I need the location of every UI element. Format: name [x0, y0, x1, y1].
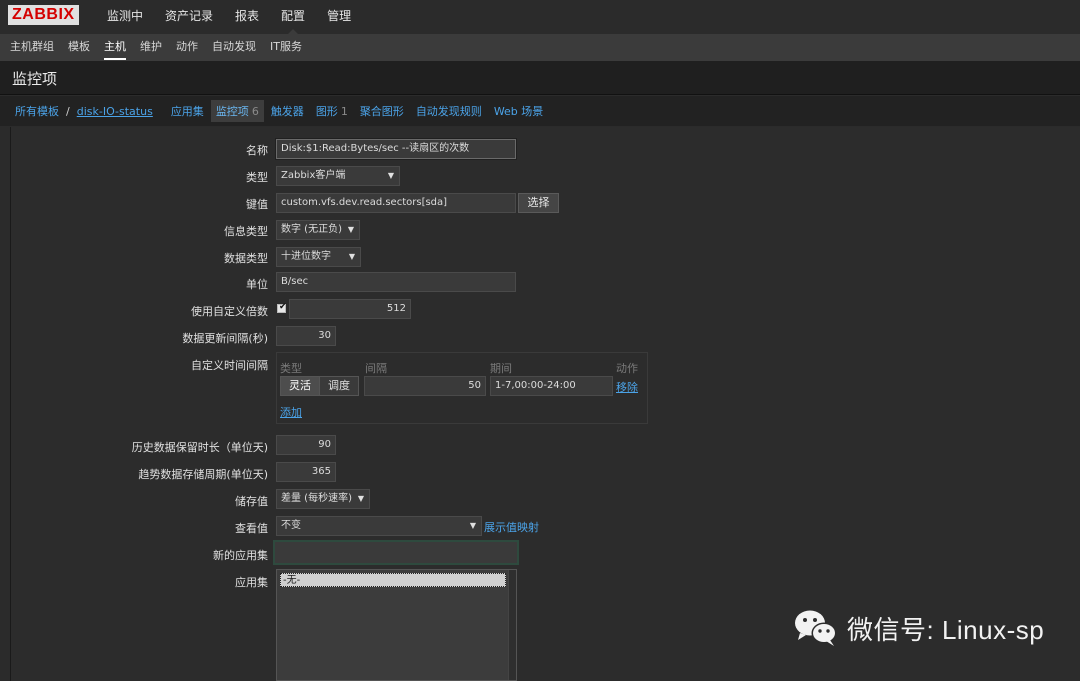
menu-administration[interactable]: 管理 — [316, 0, 362, 34]
applications-option-none[interactable]: -无- — [280, 573, 506, 587]
ci-period-input[interactable]: 1-7,00:00-24:00 — [490, 376, 613, 396]
applications-listbox[interactable]: -无- — [276, 569, 517, 681]
show-value-mapping-link[interactable]: 展示值映射 — [484, 519, 539, 535]
applications-label: 应用集 — [235, 576, 268, 589]
ci-flexible-button[interactable]: 灵活 — [281, 377, 319, 395]
tab-graphs-label: 图形 — [315, 105, 338, 118]
info-type-select-value: 数字 (无正负) — [281, 224, 342, 235]
store-value-label: 储存值 — [235, 495, 268, 508]
tab-discovery-rules[interactable]: 自动发现规则 — [411, 100, 487, 122]
custom-intervals-label: 自定义时间间隔 — [191, 359, 268, 372]
ci-header-type: 类型 — [280, 362, 302, 375]
applications-scrollbar[interactable] — [508, 570, 516, 680]
multiplier-checkbox[interactable]: ✔ — [277, 302, 287, 313]
menu-monitoring[interactable]: 监测中 — [96, 0, 154, 34]
show-value-label: 查看值 — [235, 522, 268, 535]
chevron-down-icon: ▼ — [347, 225, 354, 234]
tab-items-label: 监控项 — [215, 105, 249, 118]
page-title: 监控项 — [12, 70, 58, 88]
update-interval-input[interactable]: 30 — [276, 326, 336, 346]
submenu-actions[interactable]: 动作 — [169, 34, 205, 61]
chevron-down-icon: ▼ — [469, 521, 476, 530]
type-label: 类型 — [246, 171, 268, 184]
new-application-input[interactable] — [273, 540, 519, 565]
breadcrumb-all-templates[interactable]: 所有模板 — [10, 100, 64, 122]
zabbix-logo[interactable]: ZABBIX — [8, 5, 79, 25]
custom-intervals-table: 类型 间隔 期间 动作 灵活 调度 50 1-7,00:00-24:00 移除 … — [276, 352, 648, 424]
main-menu: 监测中 资产记录 报表 配置 管理 — [96, 0, 362, 34]
chevron-down-icon: ▼ — [387, 171, 394, 180]
page-header: 监控项 — [0, 61, 1080, 95]
tab-graphs[interactable]: 图形 1 — [311, 100, 353, 122]
submenu-discovery[interactable]: 自动发现 — [205, 34, 263, 61]
tab-screens[interactable]: 聚合图形 — [355, 100, 409, 122]
ci-scheduling-button[interactable]: 调度 — [319, 377, 358, 395]
multiplier-input[interactable]: 512 — [289, 299, 411, 319]
breadcrumb-separator: / — [66, 104, 70, 118]
chevron-down-icon: ▼ — [357, 494, 364, 503]
store-value-select-value: 差量 (每秒速率) — [281, 493, 352, 504]
chevron-down-icon: ▼ — [348, 252, 355, 261]
watermark-text: 微信号: Linux-sp — [847, 614, 1045, 645]
breadcrumb: 所有模板 / disk-IO-status 应用集 监控项 6 触发器 图形 1 聚… — [0, 96, 1080, 126]
history-label: 历史数据保留时长（单位天) — [131, 441, 268, 454]
tab-items-count: 6 — [251, 105, 259, 118]
submenu-host-groups[interactable]: 主机群组 — [3, 34, 61, 61]
type-select[interactable]: Zabbix客户端 ▼ — [276, 166, 400, 186]
menu-inventory[interactable]: 资产记录 — [154, 0, 224, 34]
history-input[interactable]: 90 — [276, 435, 336, 455]
menu-configuration[interactable]: 配置 — [270, 0, 316, 34]
submenu-templates[interactable]: 模板 — [61, 34, 97, 61]
multiplier-label: 使用自定义倍数 — [191, 305, 268, 318]
key-input[interactable]: custom.vfs.dev.read.sectors[sda] — [276, 193, 516, 213]
tab-items[interactable]: 监控项 6 — [210, 100, 264, 122]
ci-add-link[interactable]: 添加 — [280, 404, 302, 420]
submenu-maintenance[interactable]: 维护 — [133, 34, 169, 61]
name-label: 名称 — [246, 144, 268, 157]
select-button[interactable]: 选择 — [518, 193, 559, 213]
name-input[interactable]: Disk:$1:Read:Bytes/sec --读扇区的次数 — [275, 138, 517, 160]
wechat-icon — [795, 610, 837, 646]
top-navigation-bar: ZABBIX 监测中 资产记录 报表 配置 管理 — [0, 0, 1080, 34]
tab-graphs-count: 1 — [340, 105, 348, 118]
units-input[interactable]: B/sec — [276, 272, 516, 292]
data-type-label: 数据类型 — [224, 252, 268, 265]
update-interval-label: 数据更新间隔(秒) — [182, 332, 268, 345]
check-icon: ✔ — [279, 302, 287, 312]
ci-header-action: 动作 — [616, 362, 638, 375]
trends-input[interactable]: 365 — [276, 462, 336, 482]
units-label: 单位 — [246, 278, 268, 291]
info-type-select[interactable]: 数字 (无正负) ▼ — [276, 220, 360, 240]
show-value-select-value: 不变 — [281, 520, 301, 531]
data-type-select[interactable]: 十进位数字 ▼ — [276, 247, 361, 267]
breadcrumb-template[interactable]: disk-IO-status — [72, 102, 158, 121]
trends-label: 趋势数据存储周期(单位天) — [138, 468, 268, 481]
menu-reports[interactable]: 报表 — [224, 0, 270, 34]
store-value-select[interactable]: 差量 (每秒速率) ▼ — [276, 489, 370, 509]
ci-header-interval: 间隔 — [365, 362, 387, 375]
data-type-select-value: 十进位数字 — [281, 251, 331, 262]
ci-remove-link[interactable]: 移除 — [616, 379, 638, 395]
new-application-label: 新的应用集 — [213, 549, 268, 562]
wechat-watermark: 微信号: Linux-sp — [793, 608, 1044, 648]
sub-navigation-bar: 主机群组 模板 主机 维护 动作 自动发现 IT服务 — [0, 34, 1080, 61]
tab-applications[interactable]: 应用集 — [166, 100, 209, 122]
tab-triggers[interactable]: 触发器 — [266, 100, 309, 122]
show-value-select[interactable]: 不变 ▼ — [276, 516, 482, 536]
ci-header-period: 期间 — [490, 362, 512, 375]
key-label: 键值 — [246, 198, 268, 211]
submenu-it-services[interactable]: IT服务 — [263, 34, 309, 61]
type-select-value: Zabbix客户端 — [281, 170, 346, 181]
submenu-hosts[interactable]: 主机 — [97, 34, 133, 61]
info-type-label: 信息类型 — [224, 225, 268, 238]
tab-web-scenarios[interactable]: Web 场景 — [489, 100, 548, 122]
ci-type-toggle: 灵活 调度 — [280, 376, 359, 396]
ci-interval-input[interactable]: 50 — [364, 376, 486, 396]
